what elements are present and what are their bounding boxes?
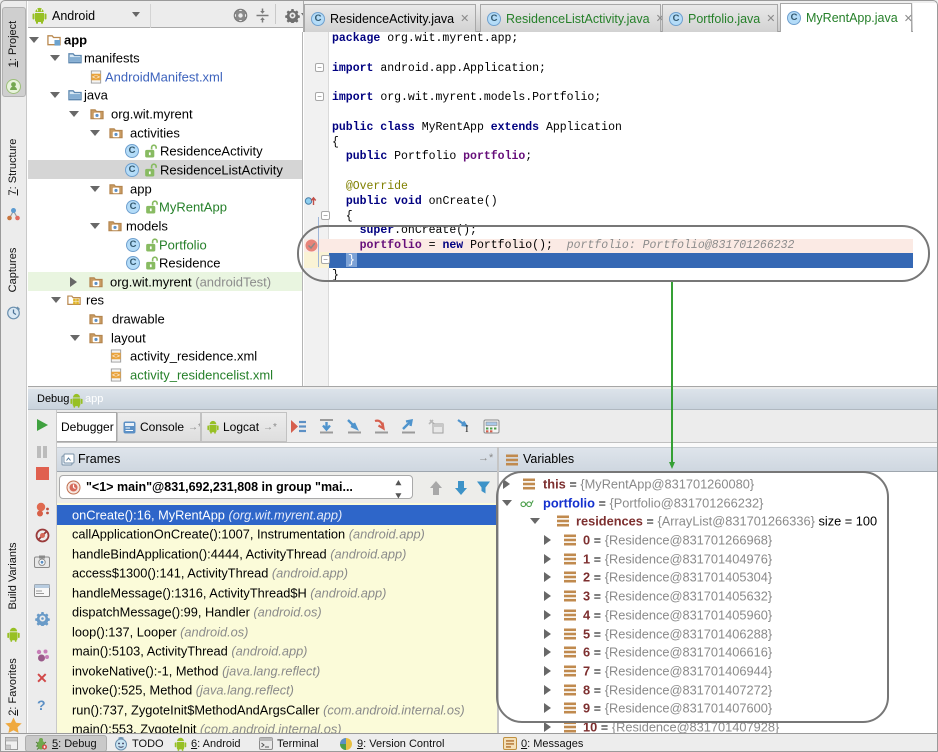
- svg-text:<>: <>: [112, 372, 120, 379]
- svg-text:<>: <>: [92, 74, 100, 81]
- svg-text:I: I: [465, 423, 469, 435]
- svg-text:<>: <>: [112, 353, 120, 360]
